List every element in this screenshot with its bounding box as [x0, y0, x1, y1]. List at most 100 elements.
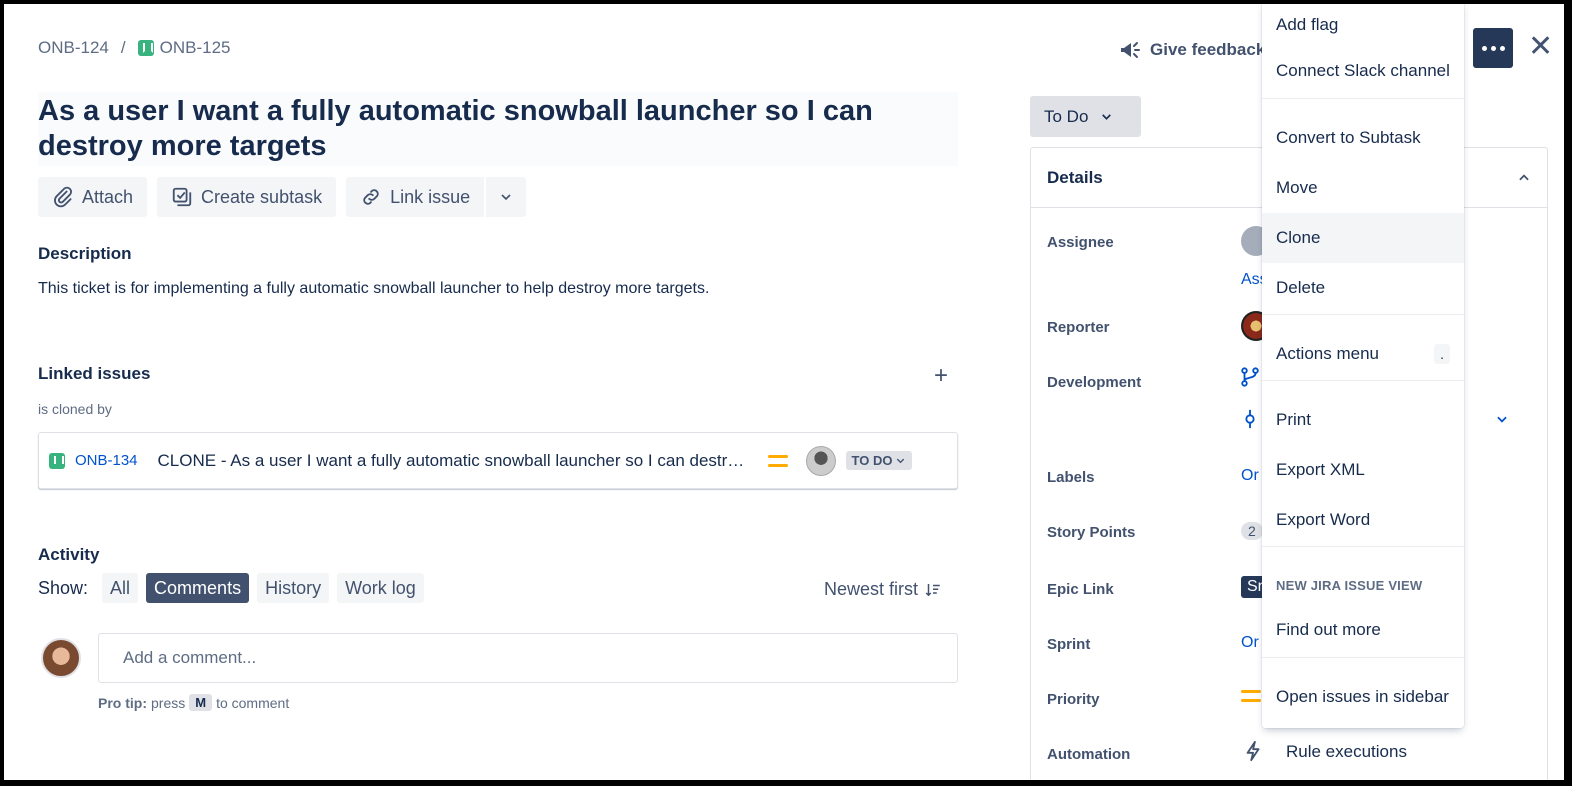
- breadcrumb-parent[interactable]: ONB-124: [38, 38, 109, 58]
- give-feedback-label: Give feedback: [1150, 40, 1266, 59]
- pro-tip-label: Pro tip:: [98, 694, 147, 711]
- link-issue-group: Link issue: [346, 177, 527, 217]
- breadcrumb: ONB-124 / ONB-125: [38, 38, 230, 58]
- menu-group-heading: NEW JIRA ISSUE VIEW: [1276, 578, 1423, 593]
- linked-issues-heading: Linked issues: [38, 364, 151, 383]
- breadcrumb-issue-key: ONB-125: [159, 38, 231, 57]
- reporter-label: Reporter: [1047, 319, 1110, 336]
- current-user-avatar: [41, 638, 81, 678]
- status-label: To Do: [1044, 106, 1089, 126]
- megaphone-icon: [1121, 42, 1140, 58]
- linked-issue-status-label: TO DO: [851, 453, 893, 468]
- sort-label: Newest first: [824, 579, 919, 599]
- chevron-down-icon: [897, 458, 905, 464]
- description-text[interactable]: This ticket is for implementing a fully …: [38, 280, 709, 298]
- link-icon: [363, 189, 379, 205]
- story-icon: [137, 40, 154, 56]
- pro-tip-post: to comment: [216, 694, 290, 711]
- priority-label: Priority: [1047, 691, 1100, 708]
- menu-delete[interactable]: Delete: [1262, 263, 1464, 313]
- create-subtask-button[interactable]: Create subtask: [157, 177, 337, 217]
- assignee-label: Assignee: [1047, 234, 1114, 251]
- sprint-label: Sprint: [1047, 636, 1091, 653]
- attach-label: Attach: [82, 186, 134, 207]
- menu-divider: [1262, 380, 1464, 381]
- filter-comments[interactable]: Comments: [146, 573, 250, 603]
- ellipsis-icon: [1481, 45, 1487, 51]
- menu-add-flag[interactable]: Add flag: [1262, 4, 1464, 50]
- attach-button[interactable]: Attach: [38, 177, 148, 217]
- breadcrumb-separator: /: [120, 38, 126, 57]
- pro-tip-pre: press: [151, 694, 186, 711]
- sort-order-button[interactable]: Newest first: [824, 579, 942, 600]
- status-dropdown[interactable]: To Do: [1030, 96, 1141, 137]
- story-points-label: Story Points: [1047, 524, 1136, 541]
- comment-input[interactable]: Add a comment...: [98, 633, 958, 683]
- story-icon: [49, 452, 65, 469]
- give-feedback-button[interactable]: Give feedback: [1118, 38, 1265, 62]
- linked-issue-status[interactable]: TO DO: [845, 451, 913, 470]
- automation-label: Automation: [1047, 746, 1131, 763]
- priority-medium-icon: [1241, 689, 1261, 703]
- menu-export-xml[interactable]: Export XML: [1262, 445, 1464, 495]
- labels-label: Labels: [1047, 469, 1095, 486]
- chevron-down-icon: [501, 194, 511, 201]
- link-issue-label: Link issue: [390, 186, 471, 207]
- linked-issue-row[interactable]: ONB-134 CLONE - As a user I want a fully…: [38, 432, 958, 489]
- lightning-icon: [1246, 740, 1260, 762]
- issue-view: ONB-124 / ONB-125 As a user I want a ful…: [4, 4, 1564, 780]
- link-relation-label: is cloned by: [38, 401, 112, 417]
- chevron-down-icon[interactable]: [1495, 412, 1509, 426]
- filter-work-log[interactable]: Work log: [337, 573, 424, 603]
- more-options-menu: Add flag Connect Slack channel Convert t…: [1262, 4, 1464, 728]
- epic-link-label: Epic Link: [1047, 581, 1114, 598]
- rule-executions-link[interactable]: Rule executions: [1286, 742, 1407, 762]
- action-bar: Attach Create subtask Link issue: [38, 177, 527, 217]
- issue-title[interactable]: As a user I want a fully automatic snowb…: [38, 92, 958, 166]
- close-button[interactable]: ✕: [1528, 32, 1553, 62]
- link-issue-button[interactable]: Link issue: [346, 177, 485, 217]
- more-options-button[interactable]: [1473, 28, 1513, 68]
- menu-divider: [1262, 314, 1464, 315]
- filter-history[interactable]: History: [257, 573, 330, 603]
- linked-issue-key[interactable]: ONB-134: [75, 452, 138, 469]
- menu-find-out-more[interactable]: Find out more: [1262, 605, 1464, 655]
- linked-issue-summary[interactable]: CLONE - As a user I want a fully automat…: [158, 451, 748, 471]
- menu-export-word[interactable]: Export Word: [1262, 495, 1464, 545]
- menu-open-in-sidebar[interactable]: Open issues in sidebar: [1262, 672, 1464, 722]
- menu-convert-to-subtask[interactable]: Convert to Subtask: [1262, 113, 1464, 163]
- menu-divider: [1262, 98, 1464, 99]
- breadcrumb-current[interactable]: ONB-125: [137, 38, 231, 58]
- menu-connect-slack[interactable]: Connect Slack channel: [1262, 46, 1464, 96]
- activity-filter-bar: Show: All Comments History Work log: [38, 573, 424, 603]
- branch-icon: [1241, 367, 1259, 387]
- story-points-value[interactable]: 2: [1241, 522, 1263, 540]
- pro-tip: Pro tip: press M to comment: [98, 694, 289, 711]
- menu-print[interactable]: Print: [1262, 395, 1464, 445]
- create-subtask-label: Create subtask: [201, 186, 323, 207]
- menu-divider: [1262, 657, 1464, 658]
- more-actions-dropdown[interactable]: [486, 177, 527, 217]
- paperclip-icon: [54, 186, 72, 208]
- description-heading: Description: [38, 244, 132, 263]
- menu-divider: [1262, 546, 1464, 547]
- activity-heading: Activity: [38, 545, 100, 564]
- development-label: Development: [1047, 374, 1142, 391]
- filter-all[interactable]: All: [102, 573, 139, 603]
- subtask-icon: [172, 187, 192, 207]
- add-linked-issue-button[interactable]: +: [934, 362, 948, 390]
- actions-menu-shortcut: .: [1434, 344, 1450, 364]
- sprint-value[interactable]: Or: [1241, 634, 1259, 652]
- show-label: Show:: [38, 577, 89, 598]
- priority-medium-icon: [767, 454, 788, 468]
- assignee-avatar: [805, 445, 836, 476]
- labels-value[interactable]: Or: [1241, 467, 1259, 485]
- chevron-down-icon: [1102, 114, 1112, 120]
- menu-move[interactable]: Move: [1262, 163, 1464, 213]
- menu-actions-menu[interactable]: Actions menu .: [1262, 329, 1464, 379]
- commit-icon: [1245, 409, 1255, 429]
- menu-actions-menu-label: Actions menu: [1276, 344, 1379, 363]
- pro-tip-key: M: [189, 694, 213, 711]
- menu-clone[interactable]: Clone: [1262, 213, 1464, 263]
- details-heading: Details: [1047, 167, 1103, 187]
